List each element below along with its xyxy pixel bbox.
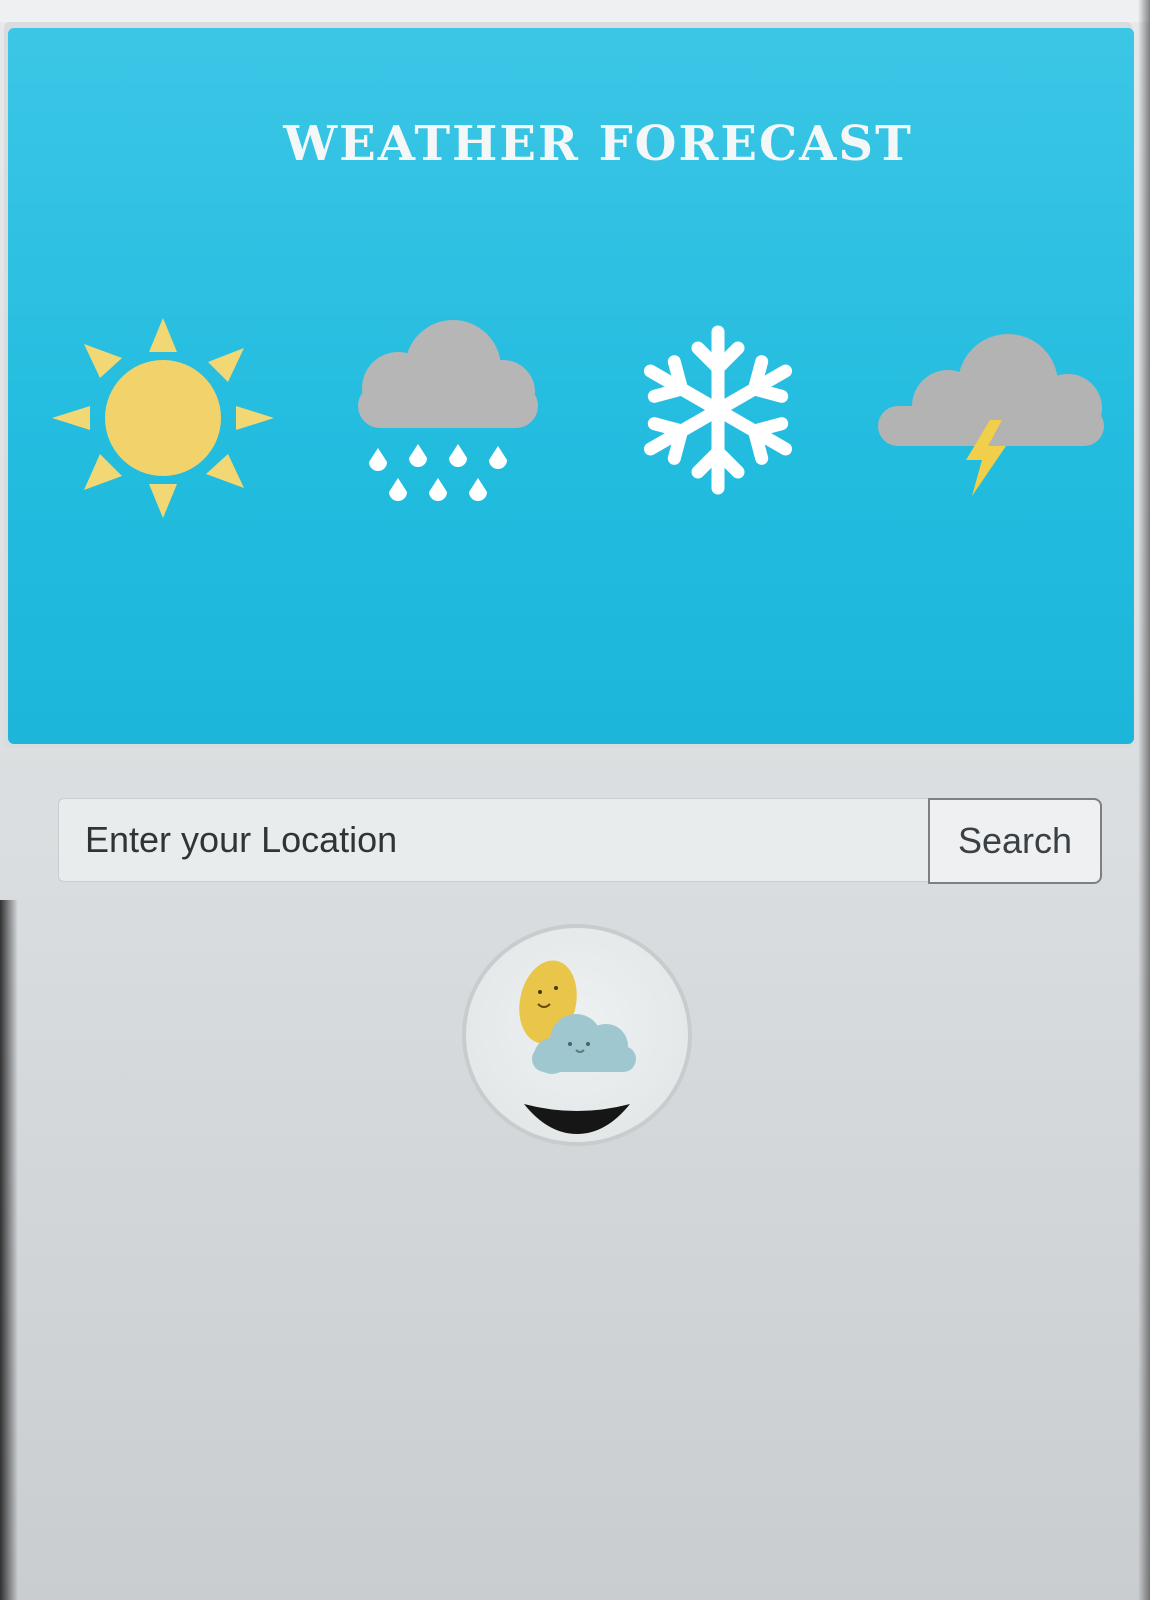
screen-edge-shadow-right xyxy=(1138,0,1150,1600)
location-search-bar: Search xyxy=(58,798,1102,884)
weather-app-page: WEATHER FORECAST Enter your Location Sea… xyxy=(0,0,1150,1600)
sun-icon xyxy=(52,318,274,518)
screen-edge-shadow-left xyxy=(0,900,18,1600)
sun-behind-cloud-loading-icon xyxy=(519,960,636,1134)
snowflake-icon xyxy=(643,325,793,495)
location-input[interactable] xyxy=(58,798,928,882)
loading-indicator xyxy=(462,924,692,1146)
top-strip xyxy=(0,0,1150,22)
banner-background: WEATHER FORECAST xyxy=(8,28,1134,744)
search-button[interactable]: Search xyxy=(928,798,1102,884)
rain-cloud-icon xyxy=(358,320,538,501)
weather-banner: WEATHER FORECAST xyxy=(4,22,1134,748)
thunderstorm-icon xyxy=(878,334,1104,496)
banner-title: WEATHER FORECAST xyxy=(283,116,913,172)
